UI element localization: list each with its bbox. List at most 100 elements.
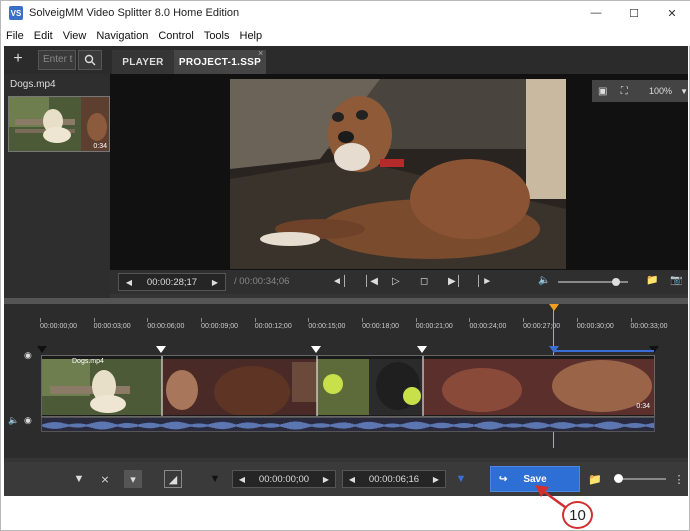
ruler-tick — [40, 318, 41, 322]
menu-file[interactable]: File — [1, 30, 29, 42]
ruler-tick-label: 00:00:30;00 — [576, 323, 614, 330]
next-keyframe-icon[interactable]: │► — [476, 276, 492, 287]
segment-marker[interactable] — [417, 346, 427, 353]
start-time-decrement-icon[interactable]: ◀ — [233, 475, 251, 484]
add-file-button[interactable]: + — [10, 50, 26, 68]
end-time-decrement-icon[interactable]: ◀ — [343, 475, 361, 484]
menu-bar: File Edit View Navigation Control Tools … — [1, 25, 690, 46]
player-controls: ◀ 00:00:28;17 ▶ / 00:00:34;06 ◄│ │◀ ▷ ◻ … — [110, 270, 688, 294]
tab-player[interactable]: PLAYER — [112, 50, 174, 74]
media-file-name: Dogs.mp4 — [10, 79, 56, 90]
segment-marker[interactable] — [156, 346, 166, 353]
audio-visibility-icon[interactable]: ◉ — [24, 415, 32, 426]
blue-marker-icon: ▼ — [455, 473, 467, 485]
start-time-field[interactable]: ◀ 00:00:00;00 ▶ — [232, 470, 336, 488]
time-increment-icon[interactable]: ▶ — [205, 278, 225, 287]
app-window: VS SolveigMM Video Splitter 8.0 Home Edi… — [0, 0, 690, 531]
ruler-tick — [576, 318, 578, 322]
ruler-tick-label: 00:00:18;00 — [362, 323, 400, 330]
more-options-button[interactable]: ⋮ — [670, 470, 688, 488]
segment-marker[interactable] — [37, 346, 47, 353]
step-annotation-badge: 10 — [562, 501, 593, 529]
zoom-slider[interactable] — [614, 474, 666, 483]
next-frame-icon[interactable]: ▶│ — [448, 276, 462, 287]
video-track[interactable]: Dogs.mp4 0:34 — [41, 355, 655, 417]
clip-name: Dogs.mp4 — [72, 358, 104, 365]
ruler-tick — [523, 318, 525, 322]
menu-help[interactable]: Help — [235, 30, 268, 42]
volume-slider-handle[interactable] — [612, 278, 620, 286]
search-input[interactable]: Enter t — [38, 50, 76, 70]
stop-icon[interactable]: ◻ — [420, 276, 428, 287]
media-thumbnail[interactable]: 0:34 — [8, 96, 110, 152]
remove-filter-button[interactable]: ⨯ — [96, 470, 114, 488]
segment-marker[interactable] — [311, 346, 321, 353]
menu-control[interactable]: Control — [153, 30, 198, 42]
search-button[interactable] — [78, 50, 102, 70]
snapshot-icon[interactable]: 📷 — [670, 275, 682, 286]
search-icon — [84, 54, 96, 66]
tab-project[interactable]: PROJECT-1.SSP — [174, 50, 266, 74]
menu-tools[interactable]: Tools — [199, 30, 235, 42]
filter-icon: ▼ — [73, 473, 85, 485]
prev-keyframe-icon[interactable]: ◄│ — [332, 276, 348, 287]
output-folder-button[interactable]: 📁 — [586, 470, 604, 488]
current-time-field[interactable]: ◀ 00:00:28;17 ▶ — [118, 273, 226, 291]
volume-icon[interactable]: 🔈 — [538, 275, 550, 286]
filter-button[interactable]: ▼ — [70, 470, 88, 488]
zoom-dropdown-icon[interactable]: ▼ — [680, 87, 688, 96]
ruler-tick-label: 00:00:00;00 — [40, 323, 77, 330]
ruler-tick-label: 00:00:03;00 — [93, 323, 131, 330]
end-time-field[interactable]: ◀ 00:00:06;16 ▶ — [342, 470, 446, 488]
playhead-handle-icon[interactable] — [549, 304, 559, 311]
selection-range[interactable] — [554, 350, 654, 352]
current-time[interactable]: 00:00:28;17 — [139, 277, 205, 288]
minimize-button[interactable]: — — [577, 1, 615, 25]
fullscreen-icon[interactable]: ⛶ — [614, 86, 636, 97]
audio-mute-icon[interactable]: 🔈 — [8, 415, 19, 426]
ruler-tick-label: 00:00:09;00 — [201, 323, 239, 330]
marker-button[interactable]: ▼ — [206, 470, 224, 488]
start-time[interactable]: 00:00:00;00 — [251, 474, 317, 485]
audio-track[interactable] — [41, 417, 655, 432]
maximize-button[interactable]: ☐ — [615, 1, 653, 25]
ruler-tick — [147, 318, 149, 322]
menu-navigation[interactable]: Navigation — [91, 30, 153, 42]
ruler-tick — [254, 318, 256, 322]
window-title: SolveigMM Video Splitter 8.0 Home Editio… — [29, 7, 240, 19]
zoom-level[interactable]: 100% — [649, 86, 672, 96]
close-button[interactable]: ✕ — [653, 1, 690, 25]
marker-icon: ▼ — [209, 473, 221, 485]
start-time-increment-icon[interactable]: ▶ — [317, 475, 335, 484]
ruler-tick-label: 00:00:33;00 — [630, 323, 668, 330]
invert-filter-button[interactable]: ▾ — [124, 470, 142, 488]
time-decrement-icon[interactable]: ◀ — [119, 278, 139, 287]
menu-view[interactable]: View — [58, 30, 92, 42]
timeline-ruler[interactable]: 00:00:00;00 00:00:03;00 00:00:06;00 00:00:0… — [40, 318, 668, 332]
view-tools: ▣ ⛶ 100% ▼ — [592, 80, 688, 102]
end-time[interactable]: 00:00:06;16 — [361, 474, 427, 485]
timeline-scrollbar[interactable] — [4, 298, 688, 304]
save-icon: ↪ — [499, 473, 508, 485]
end-marker-button[interactable]: ▼ — [452, 470, 470, 488]
mute-segment-button[interactable]: ◢ — [164, 470, 182, 488]
prev-frame-icon[interactable]: │◀ — [364, 276, 378, 287]
video-viewer: ▣ ⛶ 100% ▼ — [110, 74, 688, 270]
end-time-increment-icon[interactable]: ▶ — [427, 475, 445, 484]
menu-edit[interactable]: Edit — [29, 30, 58, 42]
timeline-panel: 00:00:00;00 00:00:03;00 00:00:06;00 00:00:0… — [4, 298, 688, 458]
clip-duration: 0:34 — [636, 403, 650, 410]
crop-icon[interactable]: ▣ — [592, 86, 614, 97]
zoom-slider-handle[interactable] — [614, 474, 623, 483]
tab-close-icon[interactable]: × — [258, 48, 263, 58]
play-icon[interactable]: ▷ — [392, 276, 400, 287]
ruler-tick-label: 00:00:15;00 — [308, 323, 346, 330]
video-frame — [230, 79, 566, 269]
folder-icon[interactable]: 📁 — [646, 275, 658, 286]
app-logo-icon: VS — [9, 6, 23, 20]
ruler-tick — [469, 318, 471, 322]
volume-slider[interactable] — [558, 278, 628, 286]
filter-off-icon: ⨯ — [100, 473, 110, 486]
workspace: + Enter t PLAYER PROJECT-1.SSP × Dogs.mp… — [4, 46, 688, 496]
video-visibility-icon[interactable]: ◉ — [24, 350, 32, 361]
